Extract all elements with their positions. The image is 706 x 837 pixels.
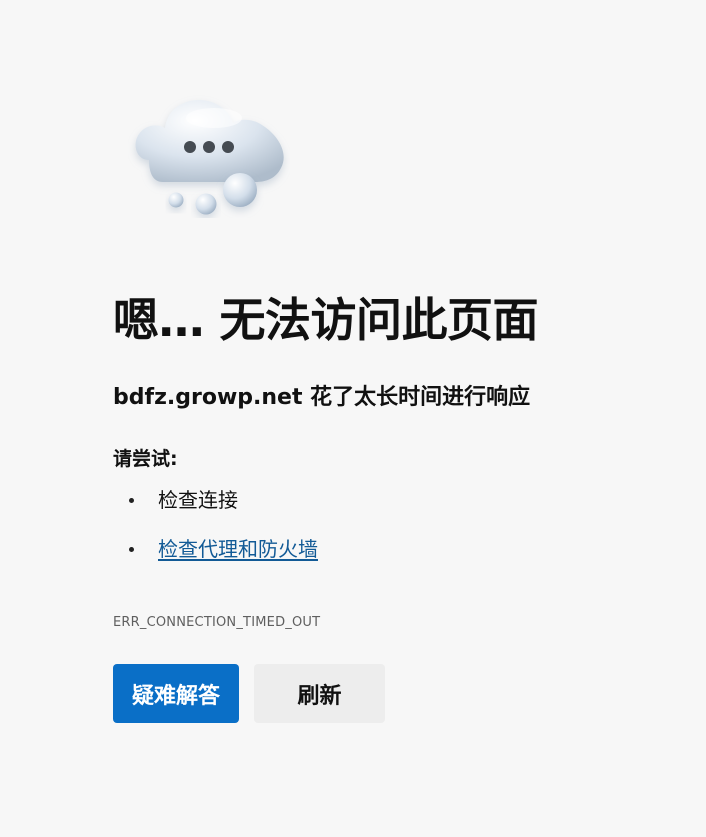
proxy-firewall-link[interactable]: 检查代理和防火墙 bbox=[158, 537, 318, 561]
suggestion-label: 检查连接 bbox=[158, 488, 238, 513]
page-title: 嗯… 无法访问此页面 bbox=[113, 293, 539, 347]
error-code: ERR_CONNECTION_TIMED_OUT bbox=[113, 615, 321, 630]
troubleshoot-button[interactable]: 疑难解答 bbox=[113, 664, 239, 723]
suggestions-list: 检查连接 检查代理和防火墙 bbox=[113, 488, 673, 561]
error-description: bdfz.growp.net 花了太长时间进行响应 bbox=[113, 384, 531, 410]
suggestions-heading: 请尝试: bbox=[113, 448, 178, 471]
suggestion-check-proxy-firewall[interactable]: 检查代理和防火墙 bbox=[113, 537, 673, 561]
action-buttons: 疑难解答 刷新 bbox=[113, 664, 385, 723]
cloud-ellipsis-icon bbox=[128, 94, 290, 218]
error-page: 嗯… 无法访问此页面 bdfz.growp.net 花了太长时间进行响应 请尝试… bbox=[0, 0, 706, 837]
refresh-button[interactable]: 刷新 bbox=[254, 664, 385, 723]
suggestion-check-connection: 检查连接 bbox=[113, 488, 673, 512]
error-content: 嗯… 无法访问此页面 bdfz.growp.net 花了太长时间进行响应 请尝试… bbox=[113, 293, 673, 723]
